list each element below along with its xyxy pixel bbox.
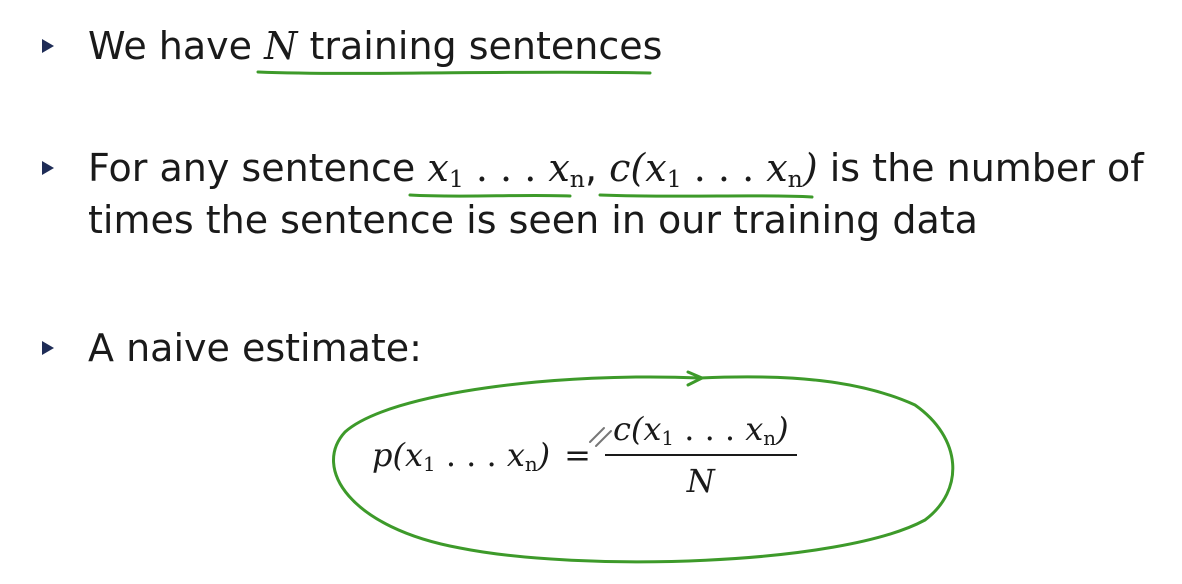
math-count: c(x1 . . . xn) bbox=[609, 146, 818, 193]
bullet-text: For any sentence x1 . . . xn, c(x1 . . .… bbox=[88, 146, 1144, 242]
bullet-text-line2: times the sentence is seen in our traini… bbox=[88, 198, 978, 242]
bullet-count-definition: For any sentence x1 . . . xn, c(x1 . . .… bbox=[40, 142, 1144, 246]
bullet-text-pre: We have bbox=[88, 24, 265, 68]
slide: We have N training sentences For any sen… bbox=[0, 0, 1182, 584]
formula-equals: = bbox=[564, 436, 591, 474]
math-sequence: x1 . . . xn bbox=[427, 146, 585, 193]
bullet-text-post: is the number of bbox=[817, 146, 1144, 190]
bullet-training-sentences: We have N training sentences bbox=[40, 20, 662, 72]
formula-denominator: N bbox=[686, 462, 715, 500]
bullet-text: We have N training sentences bbox=[88, 20, 662, 72]
naive-estimate-formula: p(x1 . . . xn) = c(x1 . . . xn) N bbox=[372, 410, 797, 500]
math-N: N bbox=[264, 24, 298, 68]
bullet-text: A naive estimate: bbox=[88, 326, 422, 370]
bullet-text-post: training sentences bbox=[297, 24, 663, 68]
bullet-marker-icon bbox=[40, 322, 62, 374]
underline-training-sentences bbox=[256, 70, 652, 75]
formula-fraction: c(x1 . . . xn) N bbox=[604, 410, 797, 500]
bullet-naive-estimate: A naive estimate: bbox=[40, 322, 422, 374]
formula-lhs: p(x1 . . . xn) bbox=[372, 436, 551, 476]
bullet-marker-icon bbox=[40, 20, 62, 72]
bullet-text-pre: For any sentence bbox=[88, 146, 428, 190]
arrow-head bbox=[686, 370, 704, 387]
formula-numerator: c(x1 . . . xn) bbox=[612, 410, 789, 450]
bullet-marker-icon bbox=[40, 142, 62, 194]
